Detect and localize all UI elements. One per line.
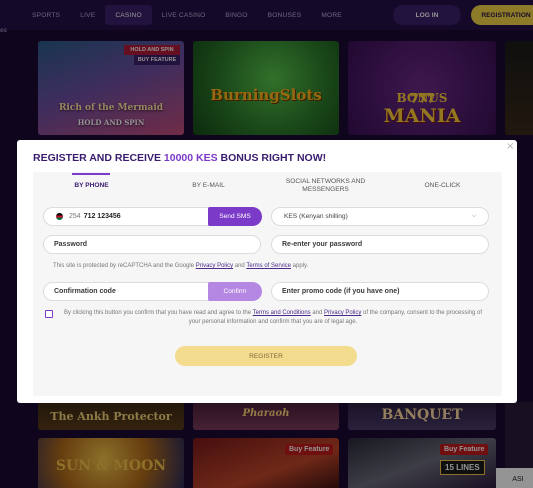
password-field[interactable]: Password (43, 235, 261, 254)
repeat-password-placeholder: Re-enter your password (282, 241, 363, 248)
tab-by-email[interactable]: BY E-MAIL (150, 172, 267, 200)
terms-privacy-policy-link[interactable]: Privacy Policy (324, 310, 361, 316)
close-icon[interactable]: × (506, 141, 514, 152)
captcha-and: and (233, 263, 247, 269)
currency-value: KES (Kenyan shilling) (284, 213, 348, 220)
title-bonus-amount: 10000 KES (163, 152, 218, 164)
repeat-password-field[interactable]: Re-enter your password (271, 235, 489, 254)
terms-consent-text: By clicking this button you confirm that… (63, 309, 483, 327)
confirmation-code-field[interactable]: Confirmation code Confirm (43, 282, 262, 301)
captcha-text: This site is protected by reCAPTCHA and … (53, 263, 196, 269)
tab-one-click[interactable]: ONE-CLICK (384, 172, 501, 200)
phone-number-value[interactable]: 712 123456 (84, 213, 121, 220)
password-placeholder: Password (54, 241, 88, 248)
title-prefix: REGISTER AND RECEIVE (33, 152, 164, 164)
agree-terms-checkbox[interactable] (45, 310, 53, 318)
chevron-down-icon: ⌵ (472, 213, 477, 219)
captcha-suffix: apply. (291, 263, 309, 269)
recaptcha-notice: This site is protected by reCAPTCHA and … (53, 263, 308, 269)
confirmation-code-placeholder: Confirmation code (54, 288, 116, 295)
terms-prefix: By clicking this button you confirm that… (63, 310, 253, 316)
promo-code-placeholder: Enter promo code (if you have one) (282, 288, 400, 295)
registration-form-panel: BY PHONE BY E-MAIL SOCIAL NETWORKS AND M… (33, 172, 502, 396)
title-suffix: BONUS RIGHT NOW! (217, 152, 327, 164)
tab-by-phone[interactable]: BY PHONE (33, 172, 150, 200)
terms-and-conditions-link[interactable]: Terms and Conditions (253, 310, 311, 316)
registration-modal: REGISTER AND RECEIVE 10000 KES BONUS RIG… (17, 140, 517, 403)
country-code: 254 (69, 213, 81, 220)
promo-code-field[interactable]: Enter promo code (if you have one) (271, 282, 489, 301)
currency-select[interactable]: KES (Kenyan shilling) ⌵ (271, 207, 489, 226)
privacy-policy-link[interactable]: Privacy Policy (196, 263, 233, 269)
terms-of-service-link[interactable]: Terms of Service (246, 263, 291, 269)
terms-and: and (310, 310, 325, 316)
modal-title: REGISTER AND RECEIVE 10000 KES BONUS RIG… (33, 152, 326, 164)
phone-field[interactable]: 254 712 123456 Send SMS (43, 207, 262, 226)
kenya-flag-icon[interactable] (56, 213, 63, 220)
register-button[interactable]: REGISTER (175, 346, 357, 366)
confirm-button[interactable]: Confirm (208, 282, 262, 301)
tab-social-networks[interactable]: SOCIAL NETWORKS AND MESSENGERS (267, 172, 384, 200)
send-sms-button[interactable]: Send SMS (208, 207, 262, 226)
active-tab-indicator (72, 173, 110, 175)
registration-tabs: BY PHONE BY E-MAIL SOCIAL NETWORKS AND M… (33, 172, 502, 200)
